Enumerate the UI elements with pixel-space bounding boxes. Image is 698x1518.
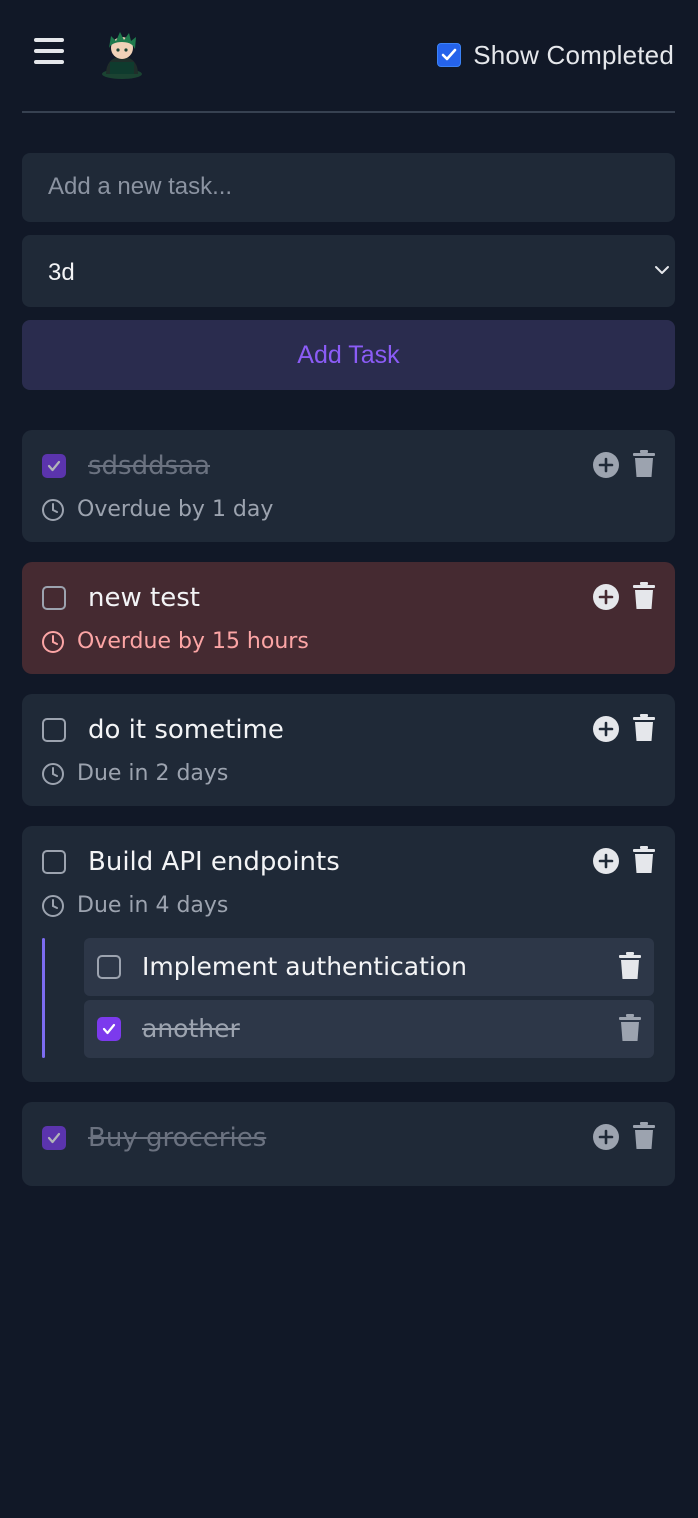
task-card: do it sometime Due in 2 days xyxy=(22,694,675,806)
task-checkbox[interactable] xyxy=(42,718,66,742)
delete-subtask-button[interactable] xyxy=(616,951,644,981)
task-title: Build API endpoints xyxy=(88,847,340,877)
subtask-title: another xyxy=(142,1014,240,1043)
task-checkbox[interactable] xyxy=(42,586,66,610)
task-due-text: Overdue by 1 day xyxy=(77,497,274,522)
due-date-select[interactable]: 3d xyxy=(22,235,675,307)
plus-circle-icon xyxy=(593,452,619,478)
add-subtask-button[interactable] xyxy=(592,846,620,876)
show-completed-label: Show Completed xyxy=(473,39,674,70)
task-checkbox[interactable] xyxy=(42,454,66,478)
task-due-text: Overdue by 15 hours xyxy=(77,629,309,654)
task-card: new test Overdue by 15 hours xyxy=(22,562,675,674)
plus-circle-icon xyxy=(593,848,619,874)
delete-task-button[interactable] xyxy=(630,845,658,875)
new-task-placeholder: Add a new task... xyxy=(48,173,233,200)
task-title: new test xyxy=(88,583,200,613)
show-completed-checkbox[interactable] xyxy=(437,43,462,67)
clock-icon xyxy=(42,762,64,785)
subtask-title: Implement authentication xyxy=(142,952,467,981)
plus-circle-icon xyxy=(593,1124,619,1150)
task-card: Build API endpoints Due in 4 days Implem… xyxy=(22,826,675,1082)
new-task-input[interactable]: Add a new task... xyxy=(22,153,675,222)
trash-icon xyxy=(619,1014,641,1041)
task-checkbox[interactable] xyxy=(42,1126,66,1150)
task-due: Due in 2 days xyxy=(41,761,228,786)
plus-circle-icon xyxy=(593,584,619,610)
subtask-checkbox[interactable] xyxy=(97,955,121,979)
task-due: Overdue by 1 day xyxy=(41,497,273,522)
subtask-indent-bar xyxy=(42,938,45,1058)
menu-icon[interactable] xyxy=(34,38,66,68)
delete-subtask-button[interactable] xyxy=(616,1013,644,1043)
add-subtask-button[interactable] xyxy=(592,450,620,480)
plus-circle-icon xyxy=(593,716,619,742)
trash-icon xyxy=(619,952,641,979)
header-divider xyxy=(22,111,675,113)
task-due-text: Due in 2 days xyxy=(77,761,229,786)
subtask-checkbox[interactable] xyxy=(97,1017,121,1041)
add-task-button[interactable]: Add Task xyxy=(22,320,675,390)
clock-icon xyxy=(42,498,64,521)
avatar-icon xyxy=(102,32,142,79)
app-header: Show Completed xyxy=(0,0,698,112)
delete-task-button[interactable] xyxy=(630,581,658,611)
add-subtask-button[interactable] xyxy=(592,714,620,744)
task-due: Overdue by 15 hours xyxy=(41,629,309,654)
trash-icon xyxy=(633,450,655,477)
chevron-down-icon xyxy=(655,266,669,274)
task-title: Buy groceries xyxy=(88,1123,267,1153)
task-due: Due in 4 days xyxy=(41,893,228,918)
trash-icon xyxy=(633,1122,655,1149)
delete-task-button[interactable] xyxy=(630,713,658,743)
task-card: Buy groceries xyxy=(22,1102,675,1186)
task-title: sdsddsaa xyxy=(88,451,211,481)
task-card: sdsddsaa Overdue by 1 day xyxy=(22,430,675,542)
delete-task-button[interactable] xyxy=(630,449,658,479)
task-title: do it sometime xyxy=(88,715,284,745)
add-subtask-button[interactable] xyxy=(592,582,620,612)
due-date-selected-value: 3d xyxy=(48,259,75,286)
show-completed-toggle[interactable]: Show Completed xyxy=(437,38,674,72)
clock-icon xyxy=(42,630,64,653)
trash-icon xyxy=(633,714,655,741)
trash-icon xyxy=(633,846,655,873)
clock-icon xyxy=(42,894,64,917)
task-due-text: Due in 4 days xyxy=(77,893,229,918)
delete-task-button[interactable] xyxy=(630,1121,658,1151)
add-subtask-button[interactable] xyxy=(592,1122,620,1152)
trash-icon xyxy=(633,582,655,609)
subtask-item: another xyxy=(84,1000,654,1058)
task-checkbox[interactable] xyxy=(42,850,66,874)
subtask-item: Implement authentication xyxy=(84,938,654,996)
